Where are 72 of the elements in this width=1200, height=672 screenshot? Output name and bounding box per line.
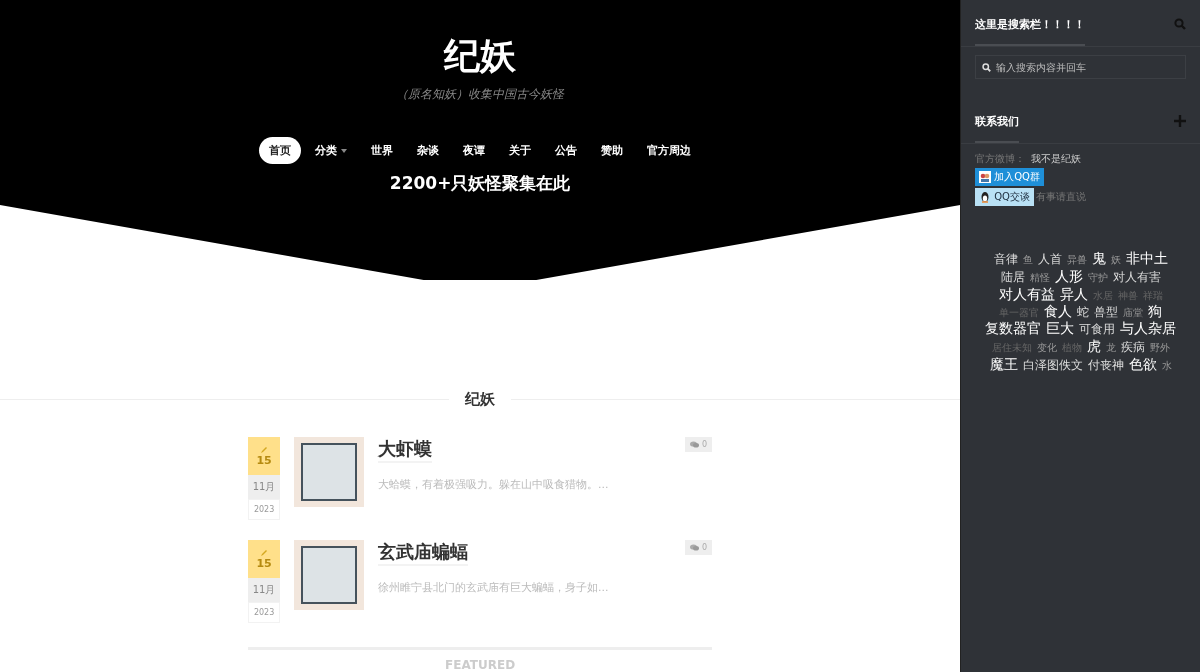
tag-link[interactable]: 巨大	[1046, 320, 1075, 337]
pencil-icon	[260, 445, 269, 454]
tag-link[interactable]: 野外	[1149, 342, 1170, 354]
nav-item[interactable]: 分类	[305, 137, 358, 164]
tag-link[interactable]: 狗	[1148, 302, 1163, 319]
tag-link[interactable]: 人形	[1054, 267, 1083, 284]
tag-link[interactable]: 可食用	[1079, 323, 1116, 338]
tag-link[interactable]: 非中土	[1125, 250, 1168, 267]
tag-link[interactable]: 与人杂居	[1120, 320, 1177, 337]
tag-link[interactable]: 对人有益	[998, 285, 1055, 302]
nav-item[interactable]: 世界	[361, 137, 404, 164]
nav-item[interactable]: 杂谈	[407, 137, 450, 164]
post-excerpt: 徐州睢宁县北门的玄武庙有巨大蝙蝠，身子如...	[378, 580, 610, 595]
site-tagline: 2200+只妖怪聚集在此	[389, 172, 571, 195]
search-field[interactable]: 输入搜索内容并回车	[975, 55, 1186, 79]
tag-link[interactable]: 异兽	[1066, 254, 1087, 266]
tag-link[interactable]: 妖	[1110, 254, 1121, 266]
section-title: 纪妖	[464, 390, 497, 409]
tag-link[interactable]: 鬼	[1091, 250, 1106, 267]
tag-link[interactable]: 对人有害	[1112, 270, 1161, 285]
post-month: 11月	[248, 578, 281, 602]
nav-item[interactable]: 夜谭	[453, 137, 496, 164]
tag-link[interactable]: 精怪	[1029, 271, 1050, 284]
comments-icon	[690, 441, 699, 448]
tag-link[interactable]: 虎	[1086, 338, 1101, 355]
cover-image[interactable]	[294, 437, 365, 507]
site-title[interactable]: 纪妖	[444, 34, 517, 78]
widget-title: 联系我们	[975, 99, 1020, 143]
nav-item[interactable]: 公告	[545, 137, 588, 164]
weibo-label: 官方微博：	[975, 152, 1026, 166]
nav-item[interactable]: 首页	[259, 137, 302, 164]
comments-icon	[690, 544, 699, 551]
date-badge: 15	[248, 437, 281, 475]
site-subtitle: （原名知妖）收集中国古今妖怪	[396, 86, 565, 103]
caret-icon	[341, 148, 348, 153]
tag-link[interactable]: 陆居	[1000, 270, 1025, 285]
tag-link[interactable]: 色欲	[1128, 356, 1157, 373]
qq-group-button[interactable]: 加入QQ群	[975, 168, 1044, 186]
post-year: 2023	[248, 602, 281, 623]
tag-link[interactable]: 兽型	[1094, 305, 1119, 320]
people-icon	[979, 171, 992, 183]
tag-link[interactable]: 魔王	[989, 356, 1018, 373]
nav-item[interactable]: 关于	[499, 137, 542, 164]
tag-link[interactable]: 人首	[1037, 253, 1062, 267]
tag-link[interactable]: 守护	[1087, 271, 1108, 284]
tag-link[interactable]: 庙堂	[1123, 306, 1144, 319]
pencil-icon	[260, 548, 269, 557]
tag-link[interactable]: 食人	[1044, 302, 1073, 319]
tag-link[interactable]: 蛇	[1077, 305, 1090, 320]
tag-link[interactable]: 付丧神	[1087, 359, 1124, 373]
tag-link[interactable]: 变化	[1036, 342, 1057, 354]
widget-title: 这里是搜索栏！！！！	[975, 2, 1086, 46]
cover-image[interactable]	[294, 540, 365, 610]
post-year: 2023	[248, 499, 281, 520]
weibo-link[interactable]: 我不是纪妖	[1031, 152, 1082, 166]
post-month: 11月	[248, 475, 281, 499]
search-icon	[982, 63, 992, 72]
tag-link[interactable]: 复数器官	[985, 320, 1042, 337]
tag-link[interactable]: 鱼	[1022, 254, 1033, 266]
tag-link[interactable]: 异人	[1059, 285, 1088, 302]
post-excerpt: 大蛤蟆，有着极强吸力。躲在山中吸食猎物。...	[378, 477, 610, 492]
date-badge: 15	[248, 540, 281, 578]
tag-link[interactable]: 水	[1161, 360, 1172, 372]
tag-link[interactable]: 音律	[993, 253, 1018, 267]
qq-chat-button[interactable]: QQ交谈	[975, 188, 1034, 206]
post-title[interactable]: 大虾蟆	[378, 437, 433, 463]
tag-link[interactable]: 白泽图佚文	[1022, 359, 1083, 373]
nav-item[interactable]: 官方周边	[637, 137, 702, 164]
tag-link[interactable]: 龙	[1105, 342, 1116, 354]
post-title[interactable]: 玄武庙蝙蝠	[378, 540, 469, 566]
tag-link[interactable]: 疾病	[1120, 341, 1145, 356]
nav-item[interactable]: 赞助	[591, 137, 634, 164]
